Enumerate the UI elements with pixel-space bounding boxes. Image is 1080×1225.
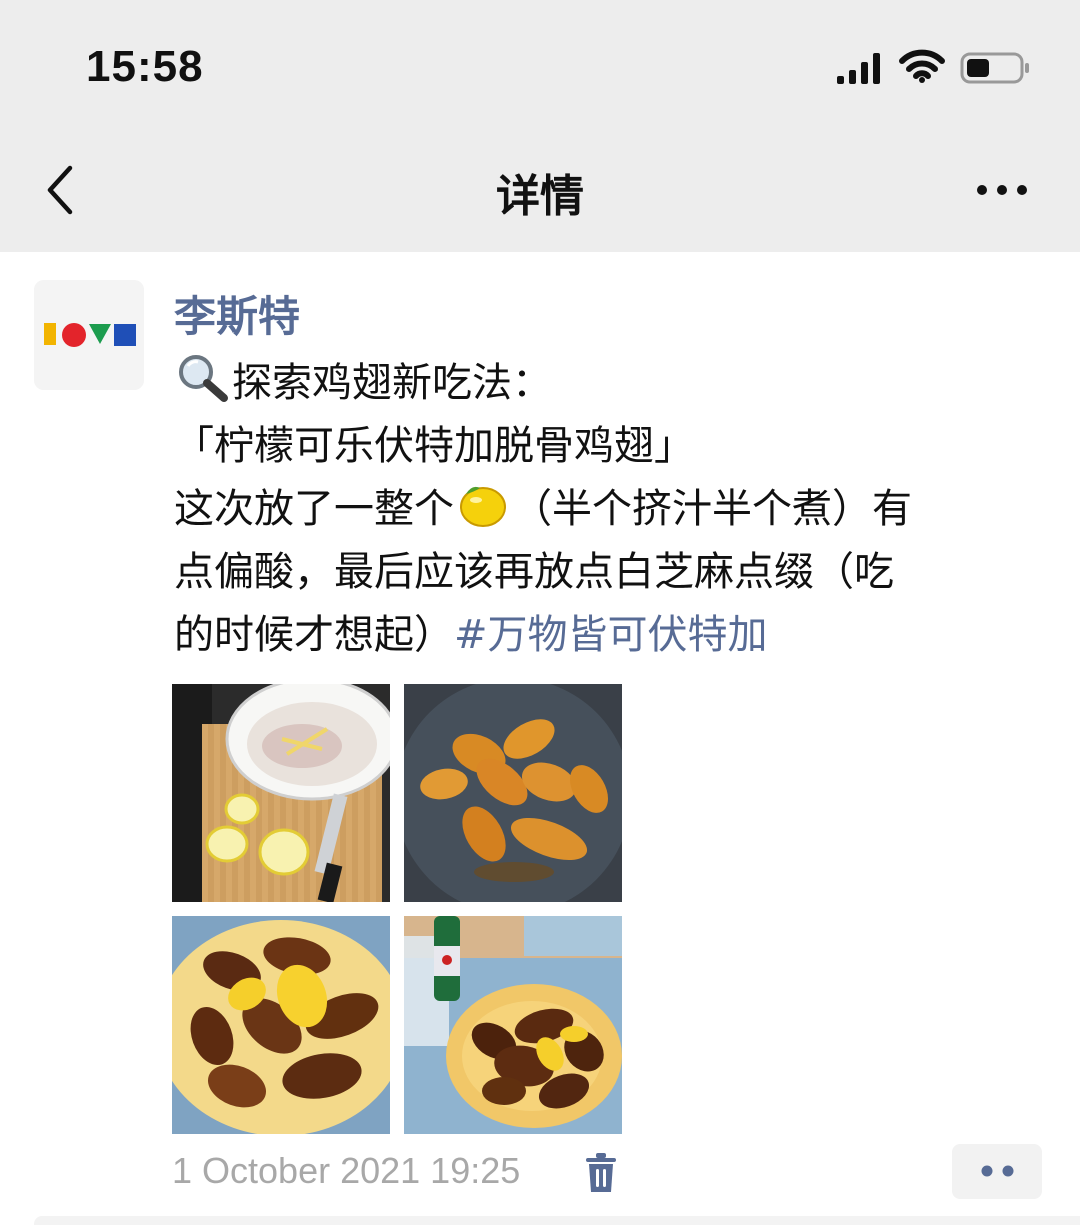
- photo-2-image: [404, 684, 622, 902]
- post-line-4: 点偏酸，最后应该再放点白芝麻点缀（吃: [174, 549, 894, 595]
- like-comment-button[interactable]: [952, 1144, 1042, 1199]
- dots-icon: [981, 1165, 1014, 1177]
- photo-finished-plate[interactable]: [172, 916, 390, 1134]
- status-time: 15:58: [86, 42, 204, 91]
- photo-plate-with-bottle[interactable]: [404, 916, 622, 1134]
- cellular-signal-icon: [837, 53, 880, 84]
- author-name[interactable]: 李斯特: [174, 283, 300, 344]
- trash-icon[interactable]: [582, 1152, 620, 1194]
- post-line-5: 的时候才想起）#万物皆可伏特加: [174, 604, 1034, 667]
- photo-4-image: [404, 916, 622, 1134]
- hashtag-link[interactable]: #万物皆可伏特加: [454, 612, 768, 658]
- page-title: 详情: [496, 171, 584, 222]
- avatar[interactable]: [34, 280, 144, 390]
- post-text: 探索鸡翅新吃法： 「柠檬可乐伏特加脱骨鸡翅」 这次放了一整个 （半个挤汁半个煮）…: [174, 352, 1034, 667]
- photo-wings-frying[interactable]: [404, 684, 622, 902]
- bottom-divider: [34, 1216, 1080, 1225]
- post-line-3: 这次放了一整个 （半个挤汁半个煮）有: [174, 478, 1034, 541]
- post-timestamp: 1 October 2021 19:25: [172, 1150, 521, 1191]
- photo-3-image: [172, 916, 390, 1134]
- post-line-3a: 这次放了一整个: [174, 486, 454, 532]
- more-options-icon[interactable]: [972, 168, 1032, 212]
- post-line-2: 「柠檬可乐伏特加脱骨鸡翅」: [174, 423, 694, 469]
- photo-chicken-prep[interactable]: [172, 684, 390, 902]
- post-line-5a: 的时候才想起）: [174, 612, 454, 658]
- lemon-icon: [460, 486, 506, 527]
- photo-1-image: [172, 684, 390, 902]
- magnifying-glass-icon: [179, 355, 228, 402]
- post-line-3b: （半个挤汁半个煮）有: [512, 486, 912, 532]
- top-bar: 15:58 详情: [0, 0, 1080, 252]
- wifi-icon: [899, 49, 945, 83]
- battery-icon: [960, 52, 1029, 84]
- post-line-1: 探索鸡翅新吃法：: [174, 352, 1034, 415]
- avatar-love-logo: [34, 280, 144, 390]
- post-title-text: 探索鸡翅新吃法：: [232, 360, 552, 406]
